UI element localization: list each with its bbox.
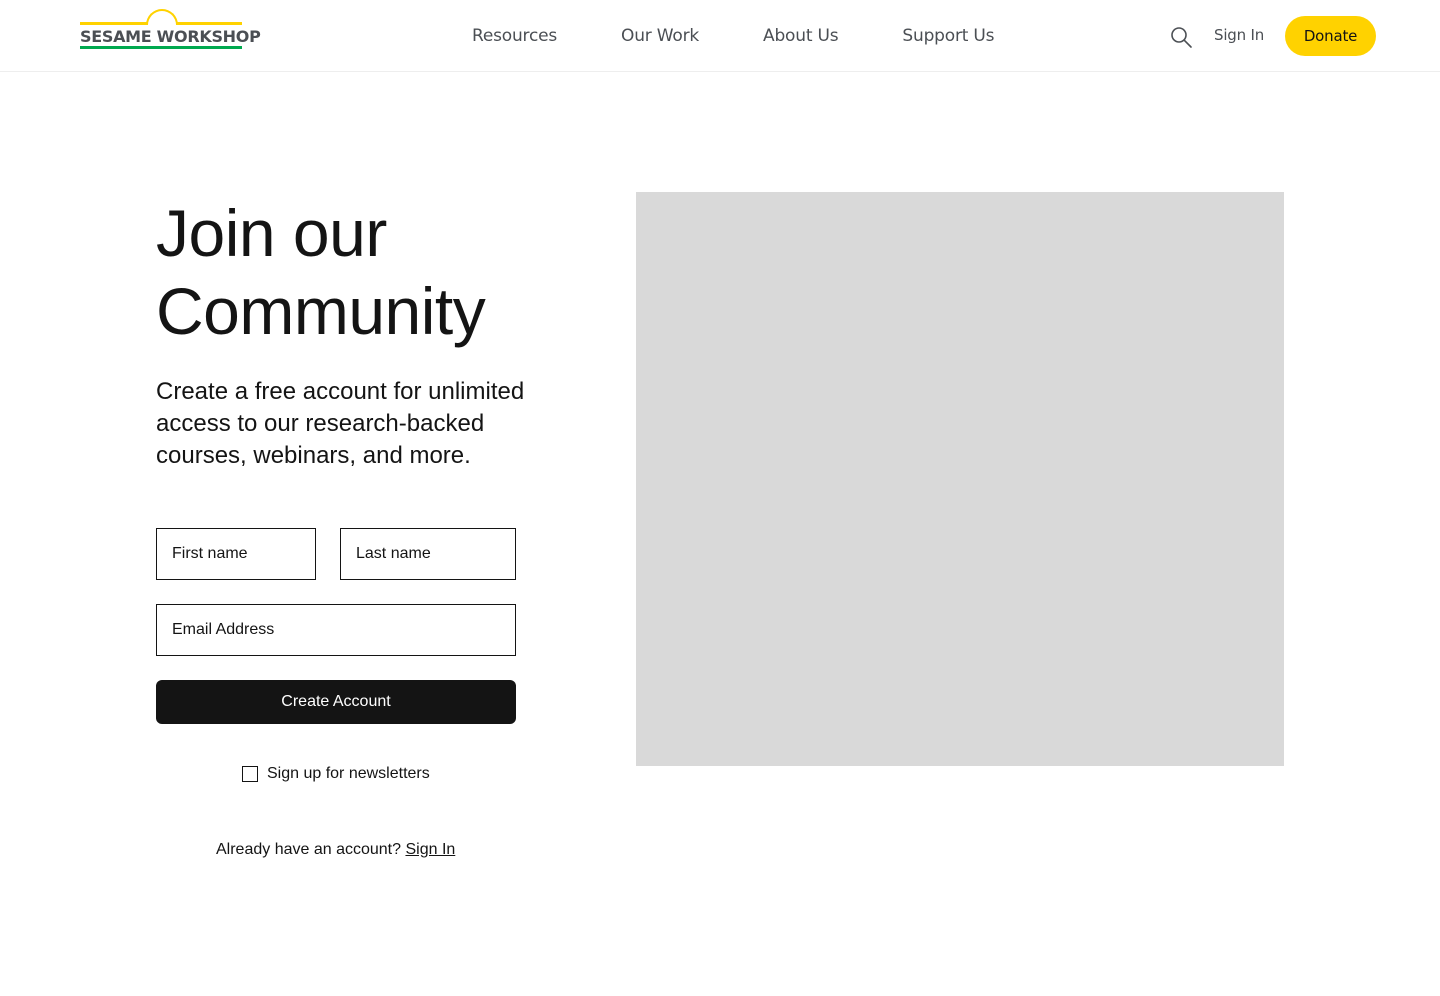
newsletter-checkbox[interactable]: [242, 766, 258, 782]
nav-item-support-us[interactable]: Support Us: [902, 26, 994, 46]
site-header: SESAME WORKSHOP Resources Our Work About…: [0, 0, 1440, 72]
create-account-button[interactable]: Create Account: [156, 680, 516, 724]
logo-text: SESAME WORKSHOP: [80, 27, 261, 46]
sign-in-link[interactable]: Sign In: [405, 841, 455, 858]
donate-button[interactable]: Donate: [1285, 16, 1376, 56]
header-sign-in-link[interactable]: Sign In: [1214, 26, 1264, 44]
already-account-text: Already have an account? Sign In: [216, 841, 455, 859]
newsletter-label: Sign up for newsletters: [267, 765, 430, 782]
nav-item-our-work[interactable]: Our Work: [621, 26, 699, 46]
newsletter-option[interactable]: Sign up for newsletters: [242, 765, 430, 783]
page-title-line-2: Community: [156, 274, 486, 348]
nav-item-resources[interactable]: Resources: [472, 26, 557, 46]
page-title-line-1: Join our: [156, 196, 387, 270]
search-icon[interactable]: [1169, 25, 1193, 49]
last-name-field[interactable]: [340, 528, 516, 580]
already-account-label: Already have an account?: [216, 841, 402, 858]
page-title: Join our Community: [156, 194, 596, 350]
hero-image-placeholder: [636, 192, 1284, 766]
logo-sun-arc-icon: [146, 9, 178, 25]
logo-green-line: [80, 46, 242, 49]
main-nav: Resources Our Work About Us Support Us: [440, 0, 1026, 72]
first-name-field[interactable]: [156, 528, 316, 580]
email-field[interactable]: [156, 604, 516, 656]
nav-item-about-us[interactable]: About Us: [763, 26, 839, 46]
page-description: Create a free account for unlimited acce…: [156, 378, 525, 469]
sesame-workshop-logo[interactable]: SESAME WORKSHOP: [80, 9, 261, 51]
